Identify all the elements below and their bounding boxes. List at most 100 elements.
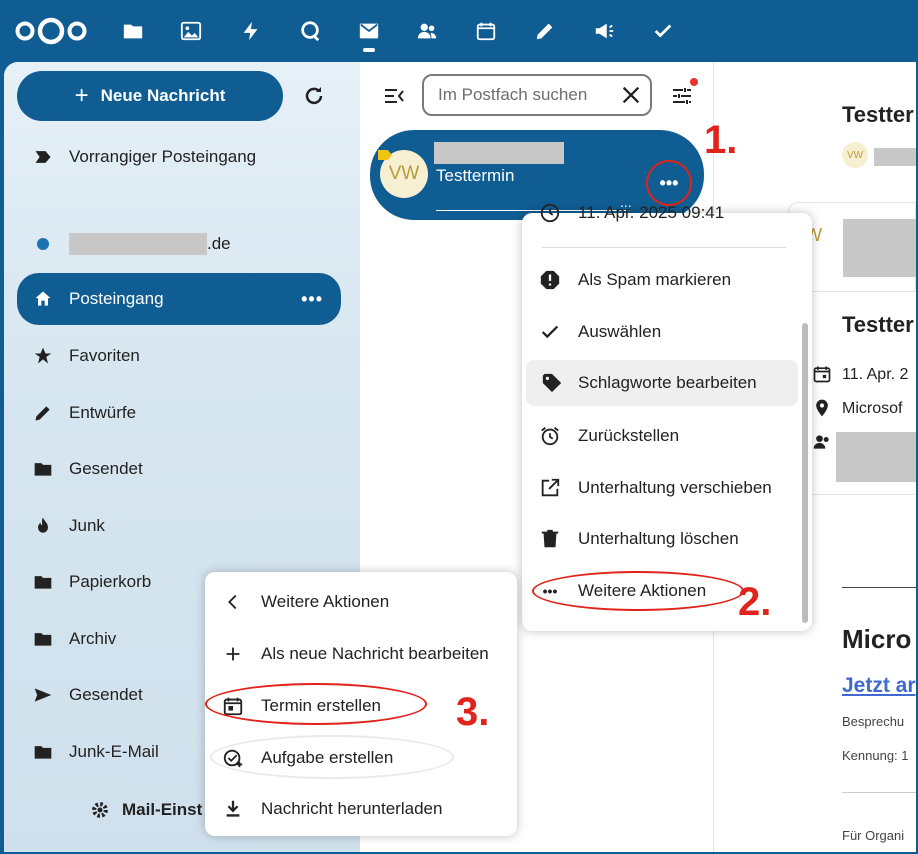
menu-item-select[interactable]: Auswählen <box>522 309 812 355</box>
clock-icon <box>522 202 578 224</box>
sidebar-item-label: Archiv <box>69 629 117 648</box>
trash-icon <box>522 528 578 550</box>
menu-scrollbar[interactable] <box>802 323 808 623</box>
menu-item-edit-as-new[interactable]: Als neue Nachricht bearbeiten <box>205 631 517 677</box>
menu-item-label: Auswählen <box>578 322 662 341</box>
menu-item-label: Unterhaltung verschieben <box>578 478 772 497</box>
inbox-more-button[interactable]: ••• <box>301 289 323 310</box>
activity-icon[interactable] <box>238 18 264 44</box>
nextcloud-logo[interactable] <box>14 16 88 46</box>
menu-item-back[interactable]: Weitere Aktionen <box>205 579 517 625</box>
menu-item-label: Schlagworte bearbeiten <box>578 373 757 392</box>
menu-separator <box>542 247 786 248</box>
alarm-clock-icon <box>522 425 578 447</box>
menu-item-label: Als neue Nachricht bearbeiten <box>261 644 489 663</box>
sidebar-item-inbox[interactable]: Posteingang ••• <box>17 273 341 325</box>
redacted-event-info <box>843 219 916 277</box>
content-rule-2 <box>842 792 916 793</box>
pencil-icon <box>17 403 69 423</box>
top-bar <box>0 0 918 62</box>
message-subject: Testtermin <box>436 166 515 185</box>
mail-icon[interactable] <box>356 18 382 44</box>
clear-search-icon[interactable] <box>620 84 642 106</box>
menu-item-label: Zurückstellen <box>578 426 680 445</box>
annotation-step-1: 1. <box>704 118 738 162</box>
refresh-icon[interactable] <box>302 84 326 108</box>
redacted-sender-name <box>874 148 916 166</box>
annotation-step-2: 2. <box>738 580 772 624</box>
menu-item-delete-thread[interactable]: Unterhaltung löschen <box>522 516 812 562</box>
filter-icon[interactable] <box>670 84 694 108</box>
files-icon[interactable] <box>120 18 146 44</box>
meeting-code-line: Kennung: 1 <box>842 748 909 763</box>
open-in-new-icon <box>522 477 578 499</box>
new-message-label: Neue Nachricht <box>100 86 226 105</box>
search-input[interactable]: Im Postfach suchen <box>422 74 652 116</box>
meeting-id-line: Besprechu <box>842 714 905 729</box>
event-date: 11. Apr. 2 <box>842 366 909 383</box>
menu-item-label: Unterhaltung löschen <box>578 529 739 548</box>
plus-icon <box>205 643 261 665</box>
sidebar-item-label: Junk-E-Mail <box>69 742 159 761</box>
menu-item-snooze[interactable]: Zurückstellen <box>522 413 812 459</box>
menu-item-label: Als Spam markieren <box>578 270 732 289</box>
annotation-oval-2 <box>532 571 744 611</box>
message-actions-menu: 11. Apr. 2025 09:41 Als Spam markieren A… <box>522 203 812 631</box>
talk-icon[interactable] <box>297 18 323 44</box>
sidebar-item-label: Gesendet <box>69 459 143 478</box>
event-title: Testter <box>842 312 914 337</box>
annotation-oval-3 <box>205 683 427 725</box>
content-rule <box>842 587 916 588</box>
sidebar-account[interactable]: .de <box>17 222 341 266</box>
tasks-icon[interactable] <box>650 18 676 44</box>
mail-settings-label: Mail-Einst <box>122 800 203 819</box>
contacts-icon[interactable] <box>414 18 440 44</box>
download-icon <box>205 798 261 820</box>
location-icon <box>816 399 828 417</box>
sidebar-item-label: Vorrangiger Posteingang <box>69 147 257 166</box>
filter-active-dot <box>690 78 698 86</box>
join-link[interactable]: Jetzt ar <box>842 674 916 698</box>
sidebar-item-priority-inbox[interactable]: Vorrangiger Posteingang <box>17 135 341 179</box>
mail-settings-button[interactable]: Mail-Einst <box>90 800 202 820</box>
fire-icon <box>17 516 69 536</box>
chevron-left-icon <box>205 591 261 613</box>
sidebar-item-label: Papierkorb <box>69 572 152 591</box>
annotation-step-3: 3. <box>456 690 490 734</box>
photos-icon[interactable] <box>178 18 204 44</box>
search-placeholder: Im Postfach suchen <box>438 85 588 104</box>
menu-item-move-thread[interactable]: Unterhaltung verschieben <box>522 465 812 511</box>
menu-item-edit-tags[interactable]: Schlagworte bearbeiten <box>526 360 798 406</box>
notes-icon[interactable] <box>532 18 558 44</box>
sidebar-item-sent[interactable]: Gesendet <box>17 447 341 491</box>
announcements-icon[interactable] <box>591 18 617 44</box>
menu-item-mark-spam[interactable]: Als Spam markieren <box>522 257 812 303</box>
new-message-button[interactable]: + Neue Nachricht <box>17 71 283 121</box>
tag-icon <box>526 372 578 394</box>
collapse-sidebar-icon[interactable] <box>382 84 406 108</box>
calendar-icon <box>813 366 831 383</box>
sidebar-item-junk[interactable]: Junk <box>17 504 341 548</box>
plus-icon: + <box>74 82 89 109</box>
account-status-dot <box>37 238 49 250</box>
sidebar-item-label: Gesendet <box>69 685 143 704</box>
menu-date: 11. Apr. 2025 09:41 <box>578 203 725 222</box>
folder-icon <box>17 742 69 762</box>
sidebar-item-drafts[interactable]: Entwürfe <box>17 391 341 435</box>
organizer-line: Für Organi <box>842 828 905 843</box>
active-app-indicator <box>363 48 375 52</box>
sidebar-item-label: Posteingang <box>69 289 164 308</box>
menu-item-label: Weitere Aktionen <box>261 592 390 611</box>
calendar-icon[interactable] <box>473 18 499 44</box>
gear-icon <box>92 802 108 818</box>
menu-item-label: Nachricht herunterladen <box>261 799 443 818</box>
redacted-account <box>69 233 207 255</box>
menu-item-download-message[interactable]: Nachricht herunterladen <box>205 786 517 832</box>
folder-icon <box>17 459 69 479</box>
send-icon <box>17 685 69 705</box>
sidebar-item-favorites[interactable]: Favoriten <box>17 334 341 378</box>
account-dot-wrap <box>17 238 69 250</box>
redacted-attendees <box>836 432 916 482</box>
annotation-oval-faint <box>210 735 454 779</box>
sidebar-item-label: Favoriten <box>69 346 140 365</box>
